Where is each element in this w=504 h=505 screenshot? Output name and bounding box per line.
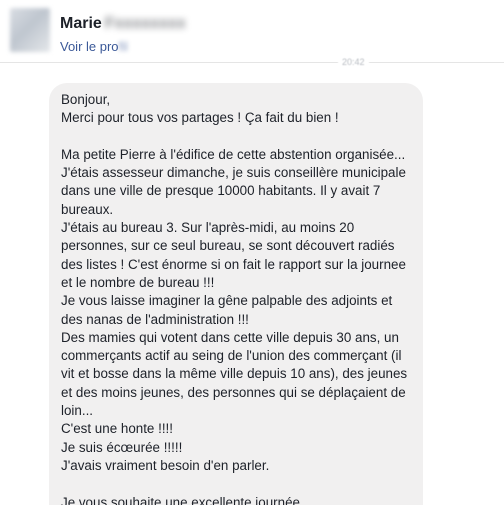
message-line: J'étais assesseur dimanche, je suis cons…	[61, 165, 406, 181]
message-line: dans une ville de presque 10000 habitant…	[61, 183, 381, 199]
view-profile-link[interactable]: Voir le profil	[60, 39, 128, 54]
message-line: et des moins jeunes, des personnes qui s…	[61, 384, 406, 400]
sender-first-name: Marie	[60, 15, 102, 32]
message-line: Je vous souhaite une excellente journée.	[61, 494, 304, 505]
view-profile-label: Voir le pro	[60, 39, 119, 54]
sender-name[interactable]: Marie Fxxxxxxxx	[60, 15, 186, 35]
message-line: Bonjour,	[61, 92, 111, 107]
conversation-header: Marie Fxxxxxxxx Voir le profil	[0, 0, 504, 62]
message-line: Ma petite Pierre à l'édifice de cette ab…	[61, 146, 406, 162]
message-line: des nanas de l'administration !!!	[61, 311, 249, 327]
message-line: Je suis écœurée !!!!!	[61, 439, 183, 455]
message-line: Merci pour tous vos partages ! Ça fait d…	[61, 110, 339, 126]
message-text: Bonjour, Merci pour tous vos partages ! Ç…	[61, 91, 416, 505]
sender-last-name: Fxxxxxxxx	[104, 15, 186, 32]
message-line: Je vous laisse imaginer la gêne palpable…	[61, 293, 393, 309]
message-line: personnes, sur ce seul bureau, se sont d…	[61, 238, 395, 254]
message-line: commerçants actif au seing de l'union de…	[61, 348, 402, 364]
message-line: J'étais au bureau 3. Sur l'après-midi, a…	[61, 220, 355, 236]
message-line: des listes ! C'est énorme si on fait le …	[61, 256, 406, 272]
chat-window: Marie Fxxxxxxxx Voir le profil 20:42 Bonj…	[0, 0, 504, 505]
message-line: bureaux.	[61, 201, 114, 217]
message-timestamp: 20:42	[338, 57, 369, 67]
message-line: loin...	[61, 403, 94, 419]
message-line: C'est une honte !!!!	[61, 421, 173, 437]
header-divider	[0, 62, 504, 63]
message-line: J'avais vraiment besoin d'en parler.	[61, 457, 270, 473]
message-line: Des mamies qui votent dans cette ville d…	[61, 329, 399, 345]
avatar[interactable]	[10, 8, 50, 52]
message-line: vit et bosse dans la même ville depuis 1…	[61, 366, 408, 382]
message-line: et le nombre de bureau !!!	[61, 274, 215, 290]
view-profile-label-blurred: fil	[118, 39, 128, 54]
